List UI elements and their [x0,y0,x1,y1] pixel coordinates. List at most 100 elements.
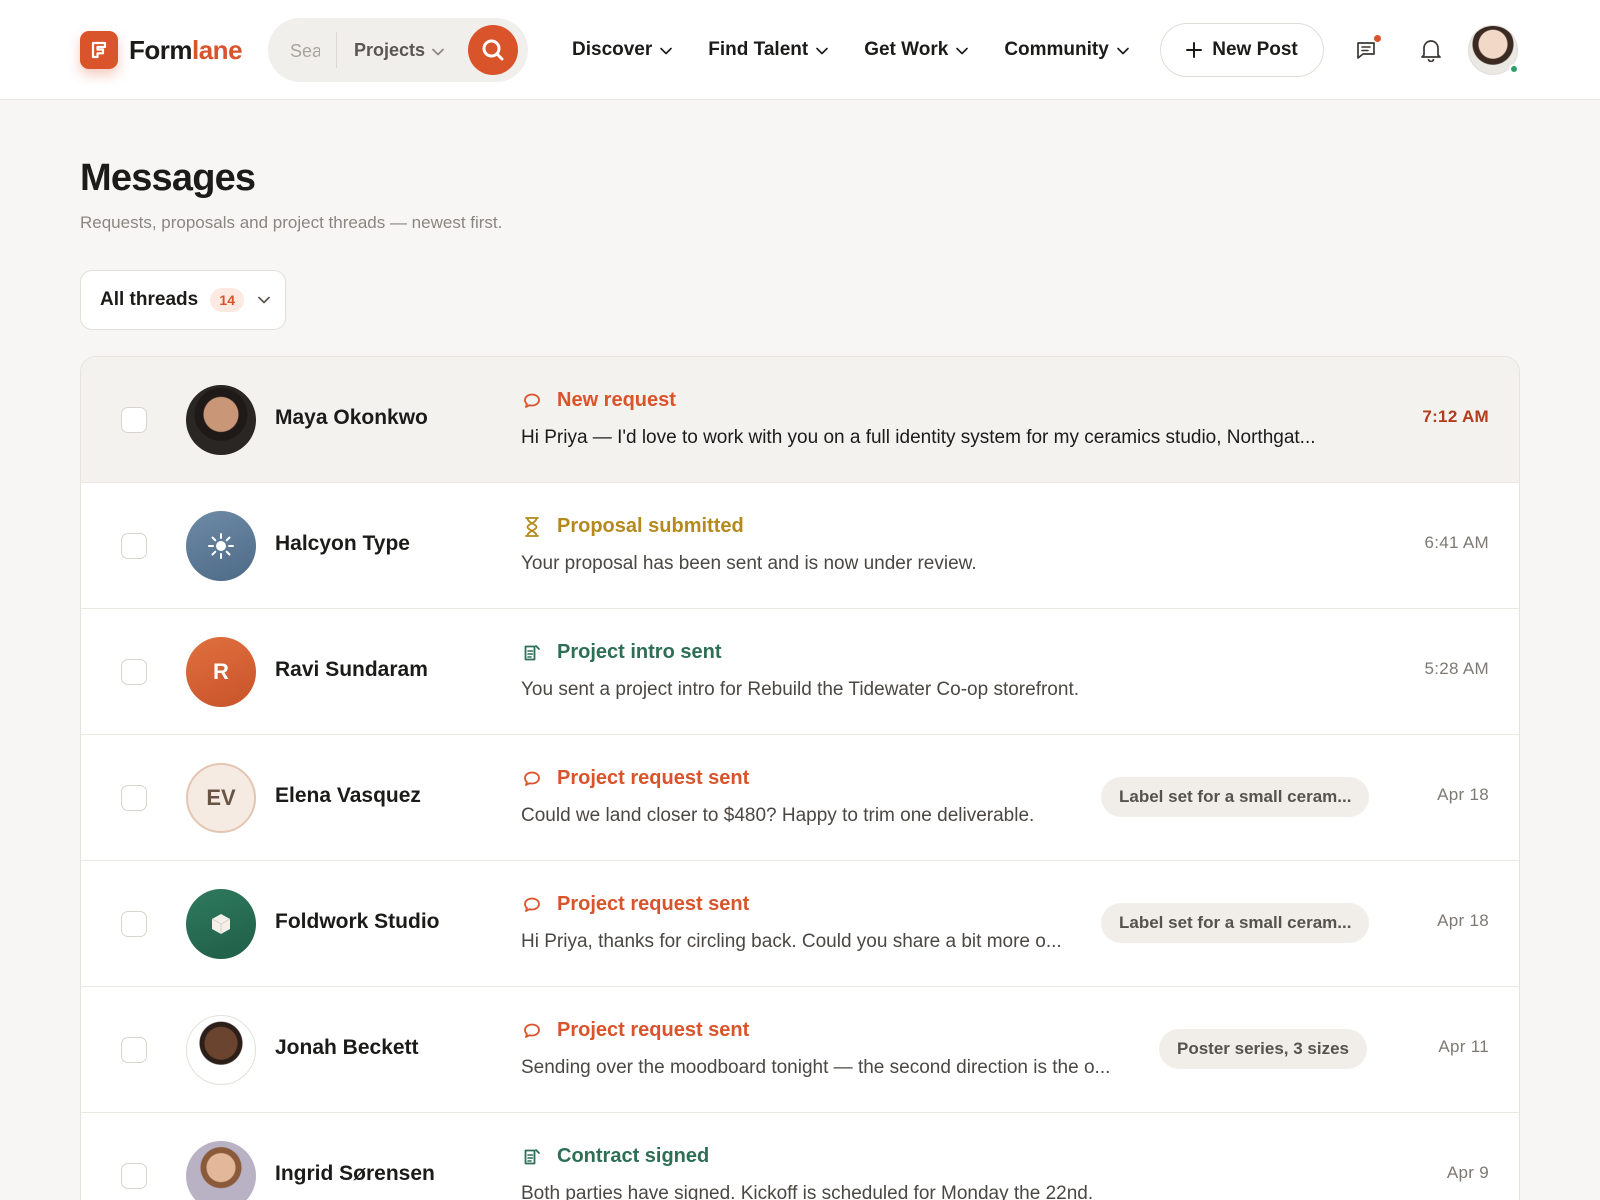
thread-time: 5:28 AM [1424,659,1489,678]
message-preview: Could we land closer to $480? Happy to t… [521,805,1035,826]
nav-label: Find Talent [708,39,809,60]
thread-filter-dropdown[interactable]: All threads 14 [80,270,286,330]
thread-checkbox[interactable] [121,1037,147,1063]
thread-count-badge: 14 [210,288,245,312]
online-status-dot [1509,64,1519,74]
message-preview: Your proposal has been sent and is now u… [521,553,977,574]
chevron-down-icon [432,40,444,61]
thread-row[interactable]: Jonah Beckett Project request sent Sendi… [81,987,1519,1113]
speech-bubble-icon [521,1020,543,1042]
message-preview: Hi Priya — I'd love to work with you on … [521,427,1316,448]
speech-bubble-icon [521,894,543,916]
thread-checkbox[interactable] [121,1163,147,1189]
search-icon [480,37,506,63]
nav-label: Discover [572,39,653,60]
thread-time: 7:12 AM [1422,407,1489,426]
top-navigation-bar: Formlane Projects Discover Find Talent G… [0,0,1600,100]
formlane-logo-icon [80,31,118,69]
thread-status: Contract signed [521,1145,709,1168]
chevron-down-icon [660,39,673,61]
status-label: Project request sent [557,767,750,789]
user-avatar[interactable] [1468,25,1519,75]
search-divider [336,32,337,68]
message-preview: Both parties have signed. Kickoff is sch… [521,1183,1094,1200]
hourglass-icon [521,516,543,538]
bell-icon [1420,38,1442,62]
thread-checkbox[interactable] [121,533,147,559]
contact-name: Maya Okonkwo [275,406,428,429]
nav-community[interactable]: Community [1004,39,1129,61]
thread-status: Project request sent [521,767,749,790]
thread-row[interactable]: Ingrid Sørensen Contract signed Both par… [81,1113,1519,1200]
status-label: Project request sent [557,1019,750,1041]
thread-status: Project request sent [521,893,749,916]
cube-logo-icon [208,911,234,937]
thread-list: Maya Okonkwo New request Hi Priya — I'd … [80,356,1520,1200]
thread-row[interactable]: Foldwork Studio Project request sent Hi … [81,861,1519,987]
contact-avatar: EV [186,763,256,833]
thread-time: Apr 11 [1438,1037,1489,1056]
nav-get-work[interactable]: Get Work [864,39,969,61]
thread-row[interactable]: EV Elena Vasquez Project request sent Co… [81,735,1519,861]
speech-bubble-icon [521,390,543,412]
status-label: Project intro sent [557,641,722,663]
nav-label: Community [1004,39,1109,60]
message-preview: Hi Priya, thanks for circling back. Coul… [521,931,1062,952]
filter-label: All threads [100,289,199,310]
thread-status: Project request sent [521,1019,749,1042]
contact-name: Halcyon Type [275,532,410,555]
message-icon [1354,38,1378,62]
thread-checkbox[interactable] [121,407,147,433]
project-tag: Label set for a small ceram... [1101,903,1370,943]
thread-time: Apr 18 [1437,785,1489,804]
contact-name: Ingrid Sørensen [275,1162,435,1185]
brand-logo[interactable]: Formlane [80,31,243,69]
thread-checkbox[interactable] [121,785,147,811]
thread-time: Apr 18 [1437,911,1489,930]
sun-logo-icon [205,530,237,562]
thread-status: New request [521,389,676,412]
new-post-button[interactable]: New Post [1160,23,1324,77]
contact-avatar: R [186,637,256,707]
plus-icon [1186,42,1203,58]
unread-dot [1374,35,1381,42]
status-label: Proposal submitted [557,515,744,537]
page-subtitle: Requests, proposals and project threads … [80,213,503,232]
thread-row[interactable]: Halcyon Type Proposal submitted Your pro… [81,483,1519,609]
contact-avatar [186,385,256,455]
search-scope-label: Projects [354,39,426,60]
status-label: Contract signed [557,1145,710,1167]
project-tag: Label set for a small ceram... [1101,777,1370,817]
nav-find-talent[interactable]: Find Talent [708,39,829,61]
chevron-down-icon [956,39,969,61]
contact-name: Elena Vasquez [275,784,421,807]
main-nav: Discover Find Talent Get Work Community [572,0,1165,100]
search-input[interactable] [290,38,320,64]
contact-avatar [186,889,256,959]
thread-checkbox[interactable] [121,911,147,937]
project-tag: Poster series, 3 sizes [1159,1029,1368,1069]
notifications-button[interactable] [1417,36,1445,64]
message-preview: You sent a project intro for Rebuild the… [521,679,1079,700]
search-scope-dropdown[interactable]: Projects [354,18,444,82]
search-button[interactable] [468,25,518,75]
status-label: Project request sent [557,893,750,915]
thread-status: Proposal submitted [521,515,744,538]
nav-discover[interactable]: Discover [572,39,673,61]
thread-row[interactable]: Maya Okonkwo New request Hi Priya — I'd … [81,357,1519,483]
messages-button[interactable] [1352,35,1381,64]
nav-label: Get Work [864,39,949,60]
contact-avatar [186,511,256,581]
contact-name: Ravi Sundaram [275,658,428,681]
thread-time: 6:41 AM [1424,533,1489,552]
thread-time: Apr 9 [1446,1163,1489,1182]
contact-avatar [186,1015,256,1085]
document-icon [521,1146,543,1168]
thread-status: Project intro sent [521,641,721,664]
chevron-down-icon [816,39,829,61]
thread-row[interactable]: R Ravi Sundaram Project intro sent You s… [81,609,1519,735]
status-label: New request [557,389,676,411]
contact-name: Jonah Beckett [275,1036,419,1059]
speech-bubble-icon [521,768,543,790]
thread-checkbox[interactable] [121,659,147,685]
